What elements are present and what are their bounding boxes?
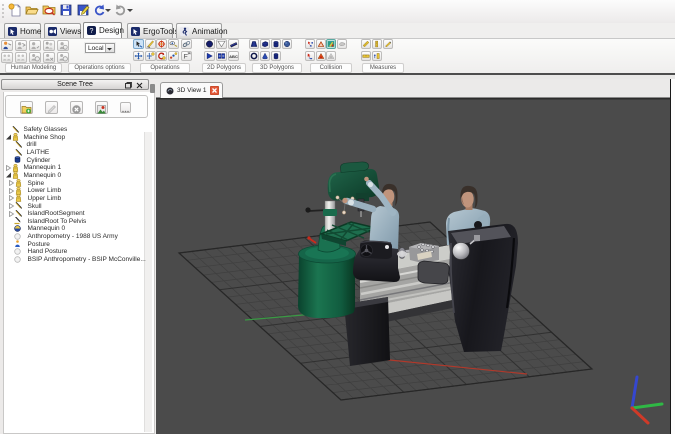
svg-text:ABC: ABC bbox=[229, 54, 238, 59]
svg-text:?: ? bbox=[90, 28, 94, 35]
svg-text:F: F bbox=[183, 53, 187, 60]
